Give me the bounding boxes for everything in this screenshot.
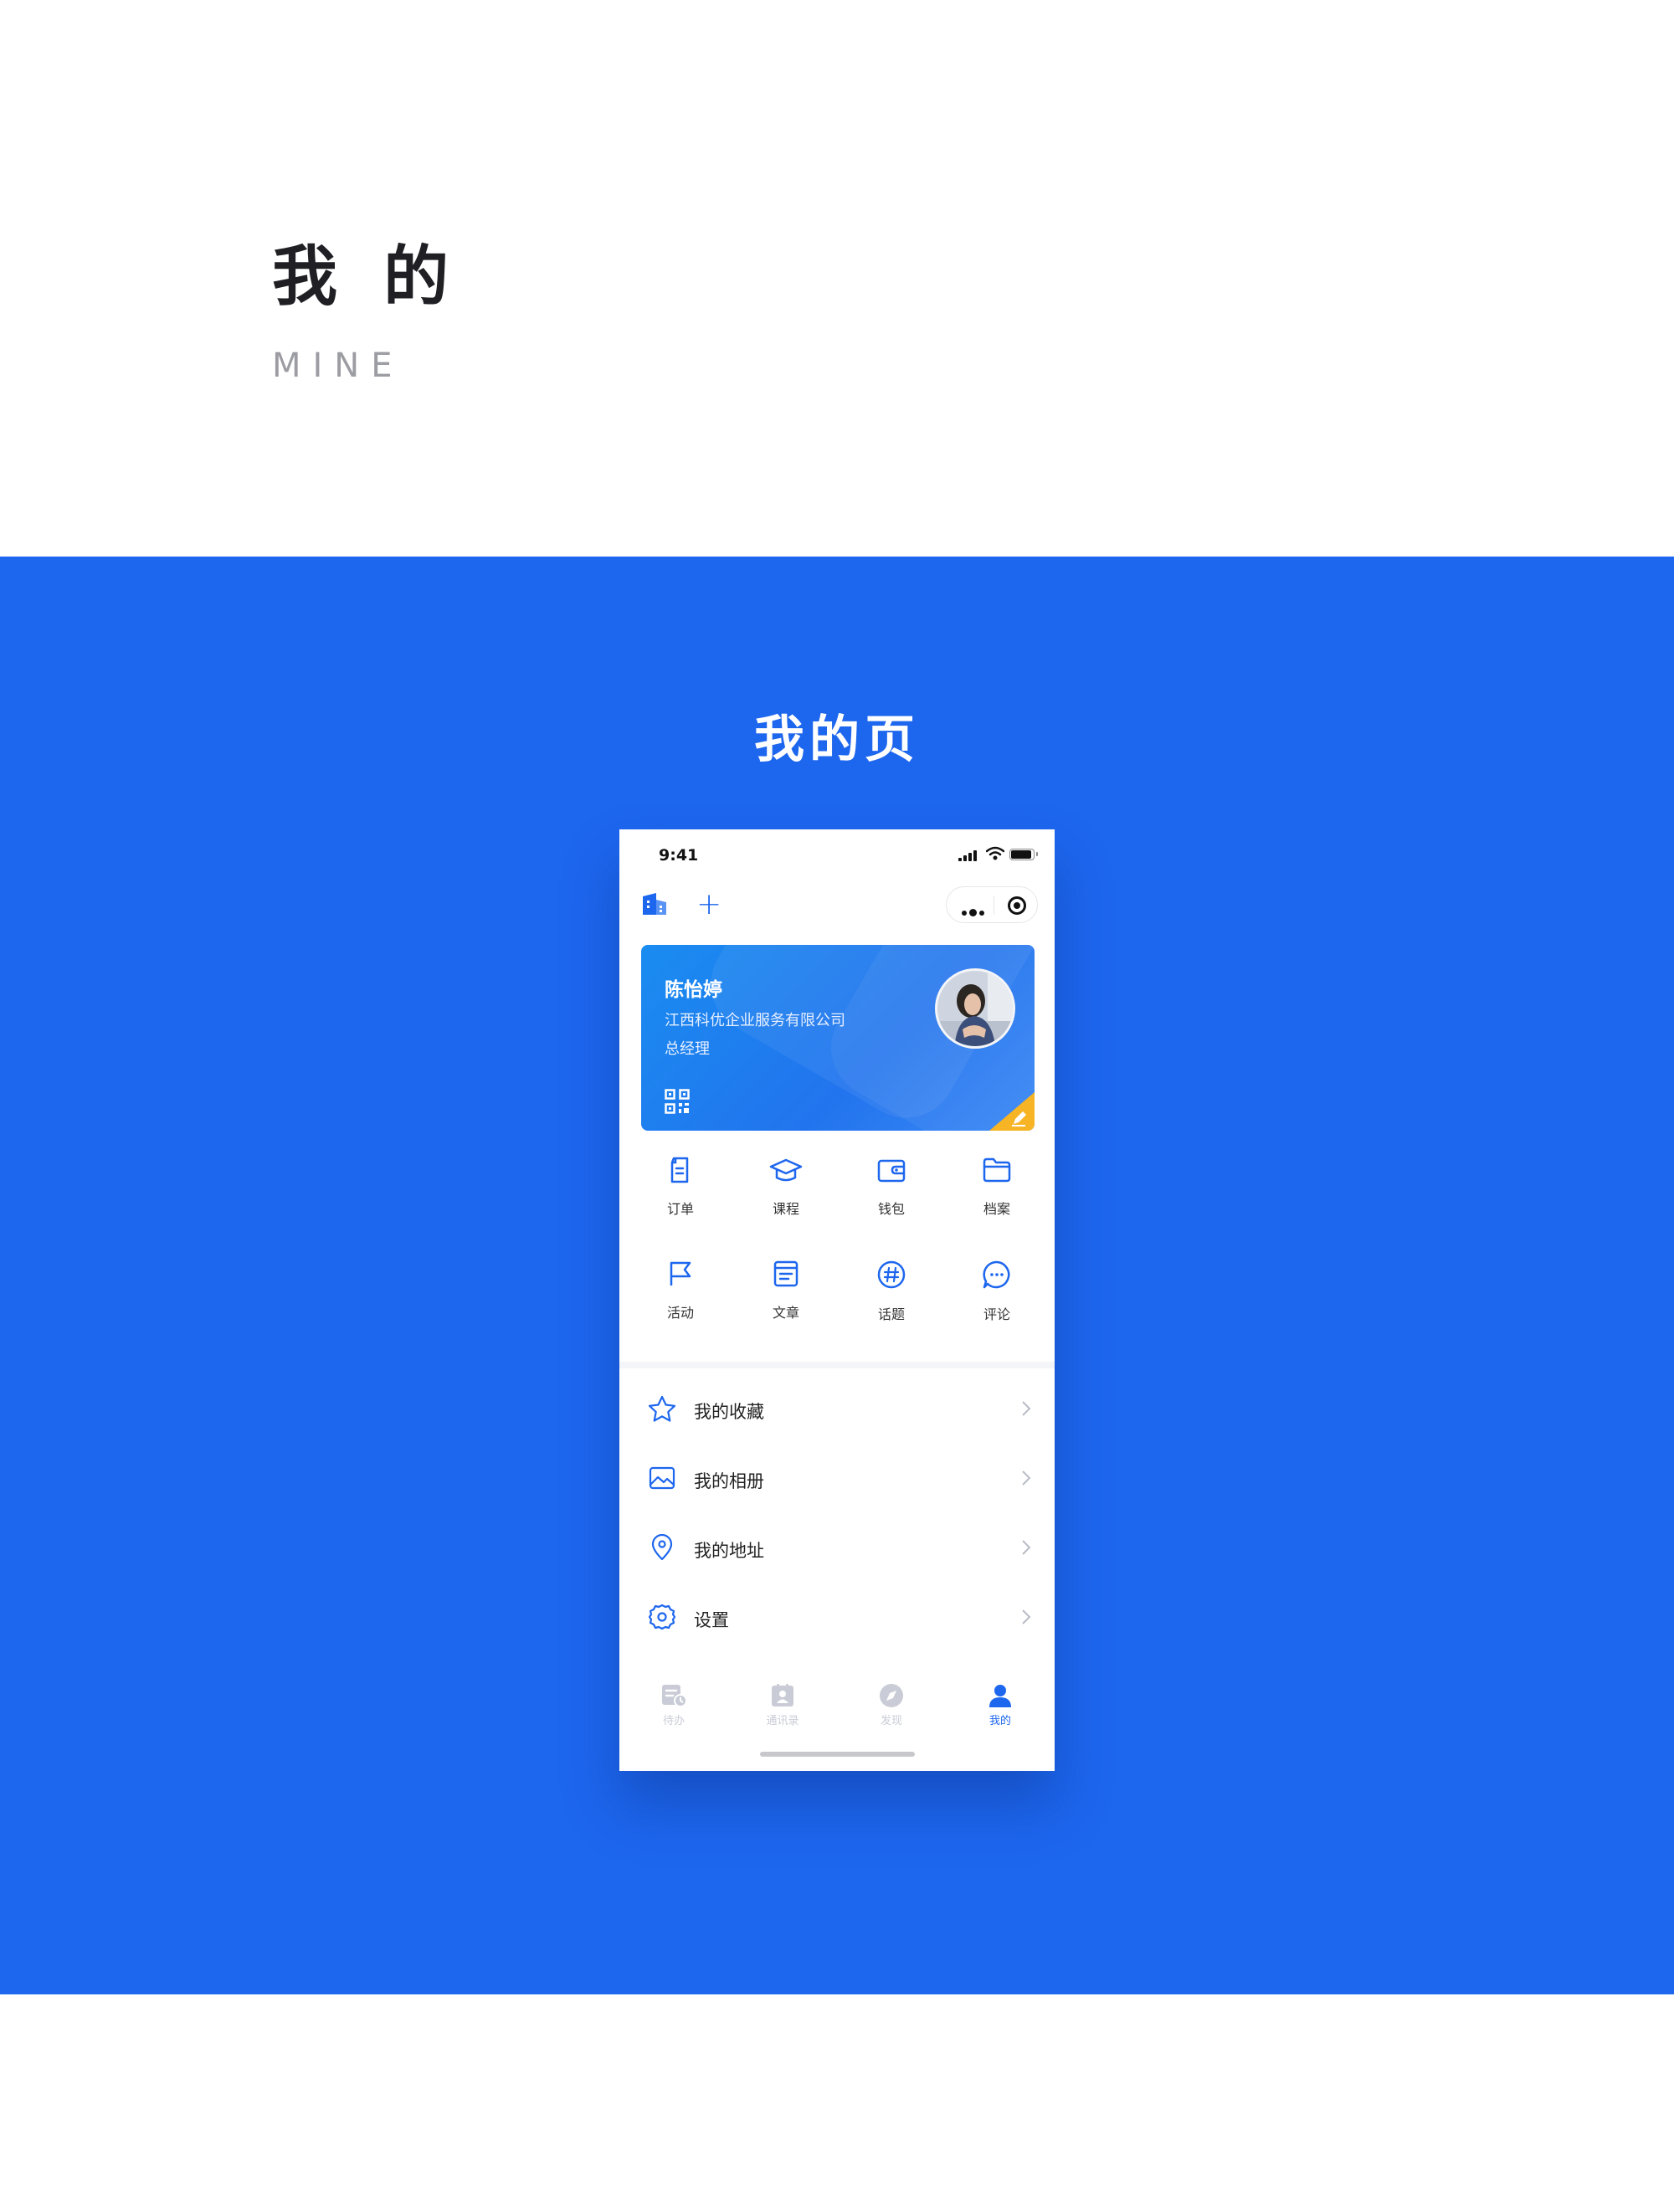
shortcut-comment[interactable]: 评论	[944, 1260, 1050, 1323]
band-title: 我的页	[754, 711, 920, 769]
menu-item-address[interactable]: 我的地址	[619, 1514, 1055, 1581]
status-bar: 9:41	[619, 829, 1055, 880]
tab-discover[interactable]: 发现	[837, 1683, 946, 1727]
profile-role: 总经理	[665, 1040, 710, 1058]
plus-icon[interactable]: +	[696, 890, 721, 920]
menu-item-settings[interactable]: 设置	[619, 1583, 1055, 1650]
battery-icon	[1009, 849, 1038, 860]
navbar: +	[619, 885, 1055, 926]
menu-item-label: 我的地址	[694, 1541, 764, 1561]
tab-todo[interactable]: 待办	[619, 1683, 728, 1727]
tab-label: 通讯录	[766, 1715, 799, 1727]
compass-icon	[880, 1684, 903, 1707]
avatar[interactable]	[935, 968, 1015, 1049]
mini-program-capsule	[946, 886, 1038, 923]
gear-icon	[648, 1604, 676, 1630]
shortcut-topic[interactable]: 话题	[839, 1260, 944, 1323]
home-indicator	[760, 1752, 915, 1757]
tab-contacts[interactable]: 通讯录	[728, 1683, 837, 1727]
comment-icon	[983, 1260, 1010, 1289]
chevron-right-icon	[1022, 1470, 1031, 1486]
building-icon[interactable]	[641, 891, 668, 916]
todo-icon	[662, 1685, 687, 1707]
contacts-icon	[772, 1684, 793, 1706]
qrcode-icon[interactable]	[665, 1089, 690, 1114]
article-icon	[773, 1260, 798, 1287]
shortcut-label: 钱包	[877, 1201, 905, 1217]
wifi-icon	[986, 846, 1004, 860]
wallet-icon	[877, 1159, 906, 1183]
shortcut-label: 课程	[772, 1201, 799, 1217]
shortcut-activity[interactable]: 活动	[628, 1260, 733, 1322]
profile-company: 江西科优企业服务有限公司	[665, 1012, 845, 1029]
menu-item-favorites[interactable]: 我的收藏	[619, 1375, 1055, 1442]
hero-subtitle: MINE	[272, 346, 404, 385]
star-icon	[648, 1395, 676, 1422]
shortcut-order[interactable]: 订单	[628, 1156, 733, 1218]
shortcut-label: 文章	[772, 1305, 799, 1321]
target-icon[interactable]	[1008, 896, 1026, 915]
menu-item-label: 我的相册	[694, 1471, 764, 1491]
shortcut-label: 评论	[983, 1306, 1010, 1322]
tab-label: 我的	[988, 1715, 1011, 1727]
shortcut-course[interactable]: 课程	[733, 1156, 839, 1218]
blue-band: 我的页 9:41 + 陈怡婷 江西科优企业服务有限公司 总经理 订单 课程 钱包…	[0, 557, 1674, 1994]
location-pin-icon	[651, 1534, 673, 1561]
shortcut-label: 订单	[666, 1201, 694, 1217]
signal-icon	[958, 849, 980, 861]
page: 我 的 MINE 我的页 9:41 + 陈怡婷 江西科优企业服务有限公司 总经理…	[0, 0, 1674, 2212]
tab-bar: 待办 通讯录 发现 我的	[619, 1683, 1055, 1742]
shortcut-label: 话题	[877, 1306, 905, 1322]
chevron-right-icon	[1022, 1609, 1031, 1624]
hashtag-icon	[877, 1260, 906, 1289]
more-dots-icon[interactable]	[962, 904, 987, 920]
profile-card[interactable]: 陈怡婷 江西科优企业服务有限公司 总经理	[641, 945, 1035, 1131]
shortcut-article[interactable]: 文章	[733, 1260, 839, 1322]
tab-label: 待办	[662, 1715, 685, 1727]
shortcut-archive[interactable]: 档案	[944, 1156, 1050, 1218]
status-time: 9:41	[659, 846, 699, 865]
chevron-right-icon	[1022, 1401, 1031, 1416]
shortcut-wallet[interactable]: 钱包	[839, 1156, 944, 1218]
image-icon	[649, 1466, 675, 1490]
menu-item-label: 设置	[694, 1610, 729, 1630]
profile-name: 陈怡婷	[665, 979, 722, 1001]
phone-screen: 9:41 + 陈怡婷 江西科优企业服务有限公司 总经理 订单 课程 钱包 档案 …	[619, 829, 1055, 1771]
tab-mine[interactable]: 我的	[946, 1683, 1055, 1727]
menu-item-album[interactable]: 我的相册	[619, 1445, 1055, 1511]
flag-icon	[670, 1261, 691, 1286]
graduation-cap-icon	[769, 1158, 803, 1182]
menu-item-label: 我的收藏	[694, 1402, 764, 1422]
hero-title: 我 的	[272, 239, 461, 315]
chevron-right-icon	[1022, 1540, 1031, 1555]
tab-label: 发现	[880, 1715, 902, 1727]
user-icon	[989, 1685, 1011, 1707]
section-divider	[619, 1362, 1055, 1368]
shortcut-label: 活动	[666, 1305, 694, 1321]
order-icon	[670, 1157, 689, 1183]
pencil-icon[interactable]	[989, 1092, 1035, 1131]
shortcut-label: 档案	[983, 1201, 1010, 1217]
folder-icon	[983, 1157, 1011, 1183]
